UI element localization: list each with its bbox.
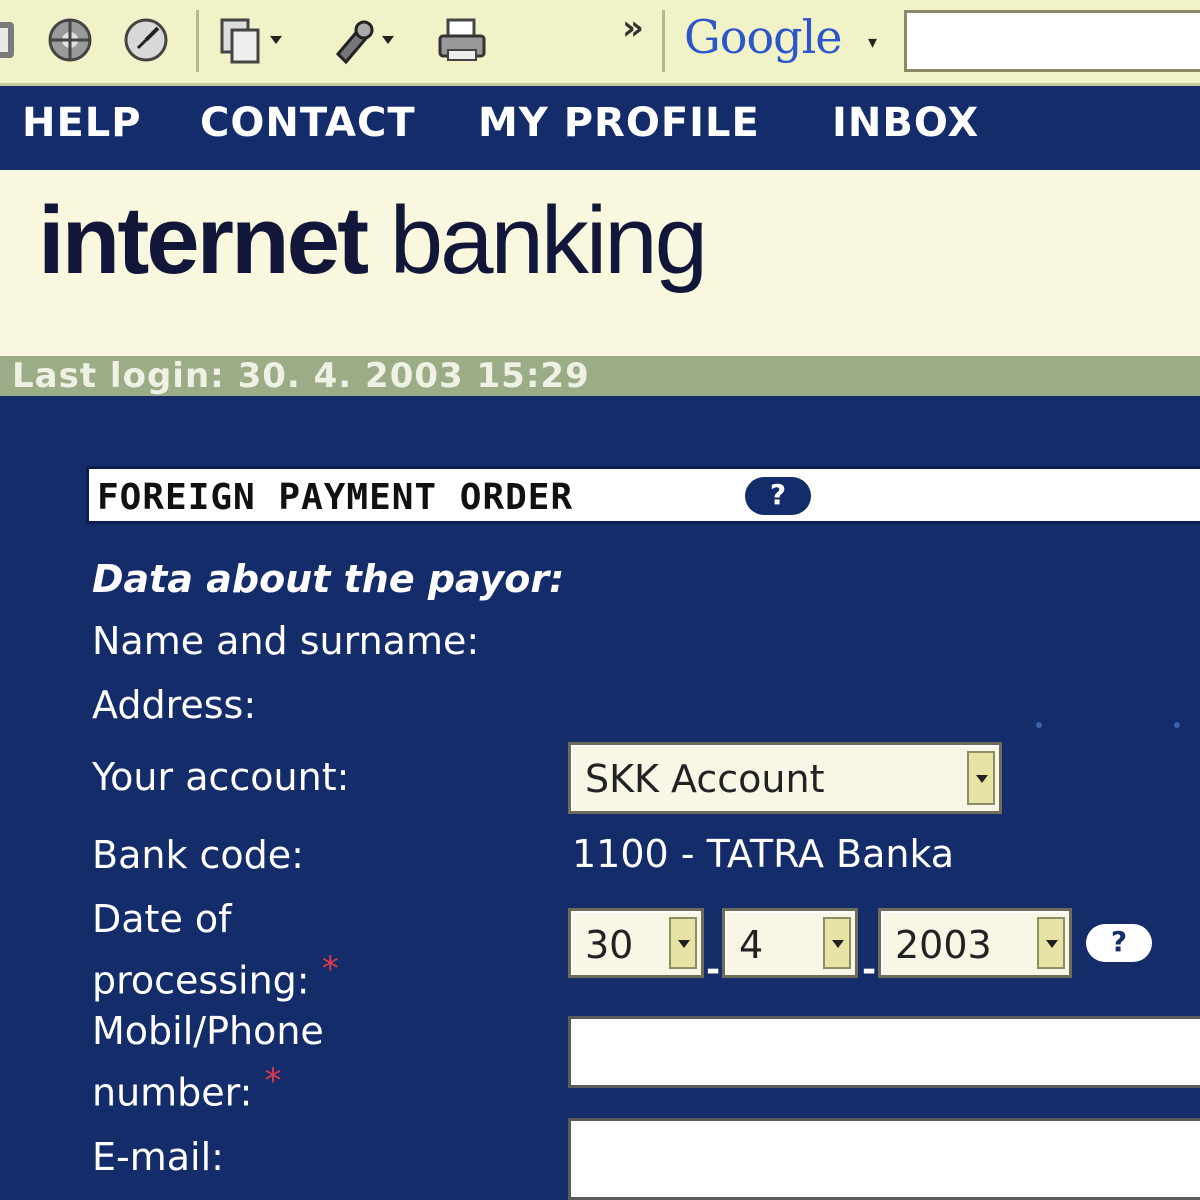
pages-icon[interactable]	[218, 14, 288, 66]
tools-icon[interactable]	[330, 14, 400, 66]
name-label: Name and surname:	[92, 619, 480, 663]
nav-contact[interactable]: CONTACT	[200, 100, 416, 146]
bank-code-label: Bank code:	[92, 833, 304, 877]
chevron-down-icon[interactable]	[967, 751, 995, 805]
bank-code-value: 1100 - TATRA Banka	[572, 832, 955, 876]
decorative-dot	[1174, 722, 1180, 728]
print-icon[interactable]	[434, 14, 494, 66]
toolbar-separator	[196, 10, 199, 72]
site-logo: internet banking	[38, 187, 708, 294]
toolbar-separator	[662, 10, 665, 72]
form-title: FOREIGN PAYMENT ORDER	[97, 477, 574, 518]
chevron-down-icon[interactable]	[1037, 917, 1065, 969]
email-input[interactable]	[568, 1118, 1200, 1200]
account-label: Your account:	[92, 755, 350, 799]
google-search-input[interactable]	[904, 10, 1200, 72]
phone-label: Mobil/Phone number: *	[92, 1009, 324, 1115]
google-dropdown-arrow[interactable]: ▾	[868, 32, 877, 53]
last-login-bar: Last login: 30. 4. 2003 15:29	[0, 356, 1200, 396]
date-year-select[interactable]: 2003	[878, 908, 1072, 978]
nav-help[interactable]: HELP	[22, 100, 142, 146]
date-separator: -	[862, 950, 877, 990]
email-label: E-mail:	[92, 1135, 224, 1179]
date-month-select[interactable]: 4	[722, 908, 858, 978]
history-icon[interactable]	[120, 14, 172, 66]
address-label: Address:	[92, 683, 257, 727]
nav-inbox[interactable]: INBOX	[832, 100, 979, 146]
last-login-text: Last login: 30. 4. 2003 15:29	[12, 356, 590, 396]
required-marker: *	[321, 949, 339, 989]
chevron-down-icon[interactable]	[669, 917, 697, 969]
section-title-bar: FOREIGN PAYMENT ORDER ?	[86, 466, 1200, 524]
date-help-icon[interactable]: ?	[1086, 924, 1152, 962]
required-marker: *	[264, 1061, 282, 1101]
help-icon[interactable]: ?	[745, 477, 811, 515]
date-separator: -	[706, 950, 721, 990]
date-label: Date of processing: *	[92, 897, 339, 1003]
payor-heading: Data about the payor:	[92, 557, 565, 601]
decorative-dot	[1036, 722, 1042, 728]
date-day-select[interactable]: 30	[568, 908, 704, 978]
account-select[interactable]: SKK Account	[568, 742, 1002, 814]
google-search-label[interactable]: Google	[684, 10, 843, 64]
browser-toolbar: » Google ▾	[0, 0, 1200, 86]
chevron-down-icon[interactable]	[823, 917, 851, 969]
toolbar-overflow-chevron[interactable]: »	[622, 8, 644, 48]
phone-input[interactable]	[568, 1016, 1200, 1088]
toolbar-partial-icon[interactable]	[0, 14, 26, 66]
security-icon[interactable]	[44, 14, 96, 66]
nav-my-profile[interactable]: MY PROFILE	[478, 100, 760, 146]
